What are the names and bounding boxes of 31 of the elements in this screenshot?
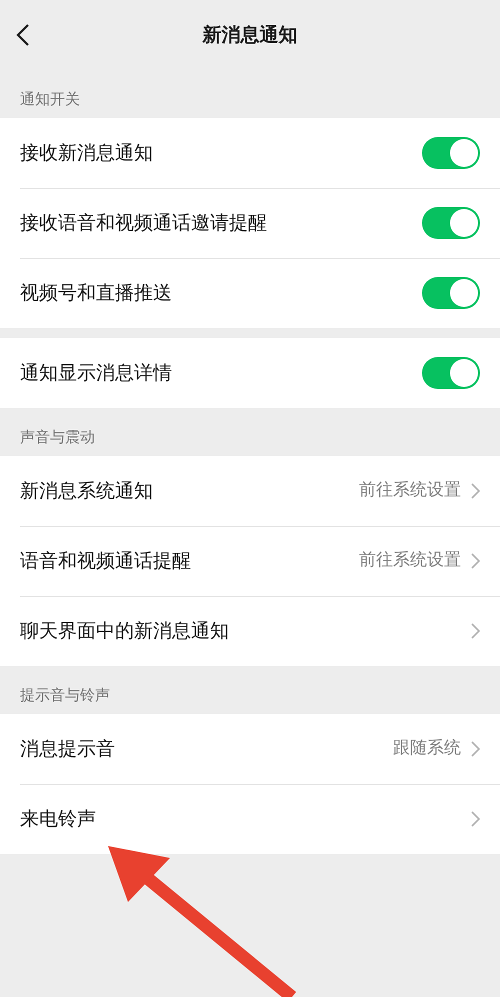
chevron-icon [471,483,480,499]
row-label: 通知显示消息详情 [20,360,172,386]
chevron-icon [471,553,480,569]
row-label: 新消息系统通知 [20,478,153,504]
back-button[interactable] [16,22,30,47]
row-value: 跟随系统 [393,737,461,760]
row-label: 接收语音和视频通话邀请提醒 [20,210,267,236]
section-label: 提示音与铃声 [20,684,110,706]
settings-row[interactable]: 来电铃声 [0,784,500,854]
row-label: 来电铃声 [20,806,96,832]
settings-row[interactable]: 聊天界面中的新消息通知 [0,596,500,666]
toggle-switch[interactable] [422,207,480,239]
row-label: 接收新消息通知 [20,140,153,166]
settings-row[interactable]: 消息提示音 跟随系统 [0,714,500,784]
page-title: 新消息通知 [202,22,298,48]
chevron-icon [471,623,480,639]
toggle-switch[interactable] [422,357,480,389]
row-label: 语音和视频通话提醒 [20,548,191,574]
chevron-icon [471,741,480,757]
settings-row[interactable]: 新消息系统通知 前往系统设置 [0,456,500,526]
chevron-icon [471,811,480,827]
settings-row[interactable]: 语音和视频通话提醒 前往系统设置 [0,526,500,596]
toggle-switch[interactable] [422,137,480,169]
row-label: 聊天界面中的新消息通知 [20,618,229,644]
section-label: 声音与震动 [20,426,95,448]
row-value: 前往系统设置 [359,549,461,572]
row-value: 前往系统设置 [359,479,461,502]
row-label: 消息提示音 [20,736,115,762]
row-label: 视频号和直播推送 [20,280,172,306]
toggle-switch[interactable] [422,277,480,309]
section-label: 通知开关 [20,88,80,110]
